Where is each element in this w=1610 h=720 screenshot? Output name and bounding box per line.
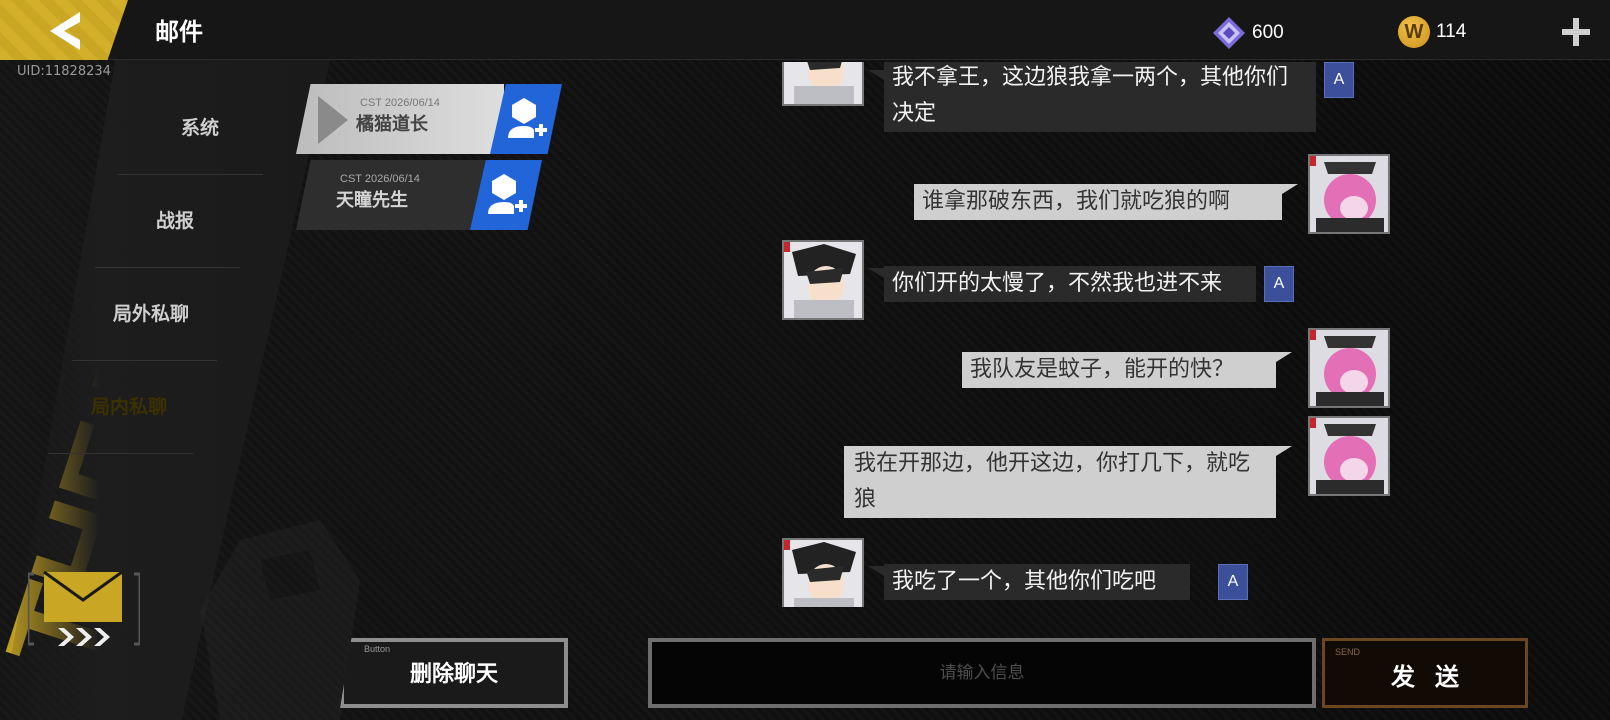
bubble-tail	[1276, 352, 1292, 362]
tab-system[interactable]: 系统	[95, 93, 305, 159]
chat-date: CST 2026/06/14	[340, 173, 420, 185]
tab-label: 局外私聊	[112, 302, 189, 325]
mail-icon[interactable]	[28, 570, 140, 648]
chat-name: 天瞳先生	[336, 190, 408, 211]
translate-button[interactable]: A	[1324, 62, 1354, 98]
self-avatar[interactable]	[1308, 328, 1390, 408]
translate-button[interactable]: A	[1218, 564, 1248, 600]
divider	[95, 267, 240, 268]
tab-in-game-private-chat[interactable]: 局内私聊	[22, 372, 236, 438]
self-avatar[interactable]	[1308, 416, 1390, 496]
send-button[interactable]: SEND 发送	[1322, 638, 1528, 708]
bubble-tail	[1282, 184, 1298, 194]
bubble-tail	[868, 566, 884, 576]
chat-item[interactable]: CST 2026/06/14 天瞳先生	[296, 160, 564, 230]
message-bubble: 你们开的太慢了，不然我也进不来	[884, 266, 1256, 302]
divider	[118, 174, 263, 175]
divider	[48, 453, 193, 454]
tab-label: 系统	[180, 116, 219, 139]
sender-avatar[interactable]	[782, 240, 864, 320]
character-portrait-icon	[784, 540, 862, 607]
chat-item[interactable]: CST 2026/06/14 橘猫道长	[296, 84, 564, 154]
sender-avatar[interactable]	[782, 538, 864, 607]
delete-chat-label: 删除聊天	[409, 662, 498, 687]
message-input-box[interactable]	[648, 638, 1316, 708]
character-portrait-icon	[784, 242, 862, 318]
send-label: 发送	[1391, 663, 1479, 691]
translate-button[interactable]: A	[1264, 266, 1294, 302]
top-bar: 邮件 600 W 114	[0, 0, 1610, 60]
add-friend-icon	[508, 98, 547, 138]
character-portrait-icon	[1310, 330, 1388, 406]
message-list[interactable]: 我不拿王，这边狼我拿一两个，其他你们决定 A 谁拿那破东西，我们就吃狼的啊 你们…	[780, 62, 1400, 607]
tab-label: 战报	[155, 209, 194, 232]
back-arrow-icon	[50, 12, 80, 50]
add-currency-button[interactable]	[1560, 16, 1592, 48]
character-portrait-icon	[1310, 418, 1388, 494]
button-caption: SEND	[1335, 647, 1361, 657]
delete-chat-button[interactable]: Button 删除聊天	[340, 638, 568, 708]
gem-currency: 600	[1212, 16, 1284, 50]
message-bubble: 我队友是蚊子，能开的快？	[962, 352, 1276, 388]
message-bubble: 我在开那边，他开这边，你打几下，就吃狼	[844, 446, 1276, 518]
user-id: UID:11828234	[17, 64, 111, 79]
gem-count: 600	[1252, 22, 1284, 43]
button-caption: Button	[364, 644, 391, 654]
bubble-tail	[1276, 446, 1292, 456]
message-bubble: 我不拿王，这边狼我拿一两个，其他你们决定	[884, 62, 1316, 132]
page-title: 邮件	[155, 18, 203, 46]
sender-avatar[interactable]	[782, 62, 864, 106]
bubble-tail	[868, 268, 884, 278]
tab-battle-report[interactable]: 战报	[70, 186, 280, 252]
chat-date: CST 2026/06/14	[360, 97, 440, 109]
message-bubble: 我吃了一个，其他你们吃吧	[884, 564, 1190, 600]
back-button[interactable]	[0, 0, 128, 60]
message-bubble: 谁拿那破东西，我们就吃狼的啊	[914, 184, 1282, 220]
tab-external-private-chat[interactable]: 局外私聊	[46, 279, 256, 345]
add-friend-icon	[488, 174, 527, 214]
tab-label: 局内私聊	[90, 395, 167, 418]
self-avatar[interactable]	[1308, 154, 1390, 234]
selected-arrow-icon	[318, 96, 348, 144]
message-input[interactable]	[652, 642, 1312, 704]
character-portrait-icon	[1310, 156, 1388, 232]
character-portrait-icon	[784, 62, 862, 104]
divider	[72, 360, 217, 361]
coin-icon: W	[1398, 16, 1430, 48]
bubble-tail	[868, 70, 884, 80]
coin-count: 114	[1436, 21, 1467, 42]
chat-name: 橘猫道长	[356, 114, 428, 135]
gem-icon	[1213, 17, 1245, 49]
coin-currency: W 114	[1398, 16, 1466, 48]
